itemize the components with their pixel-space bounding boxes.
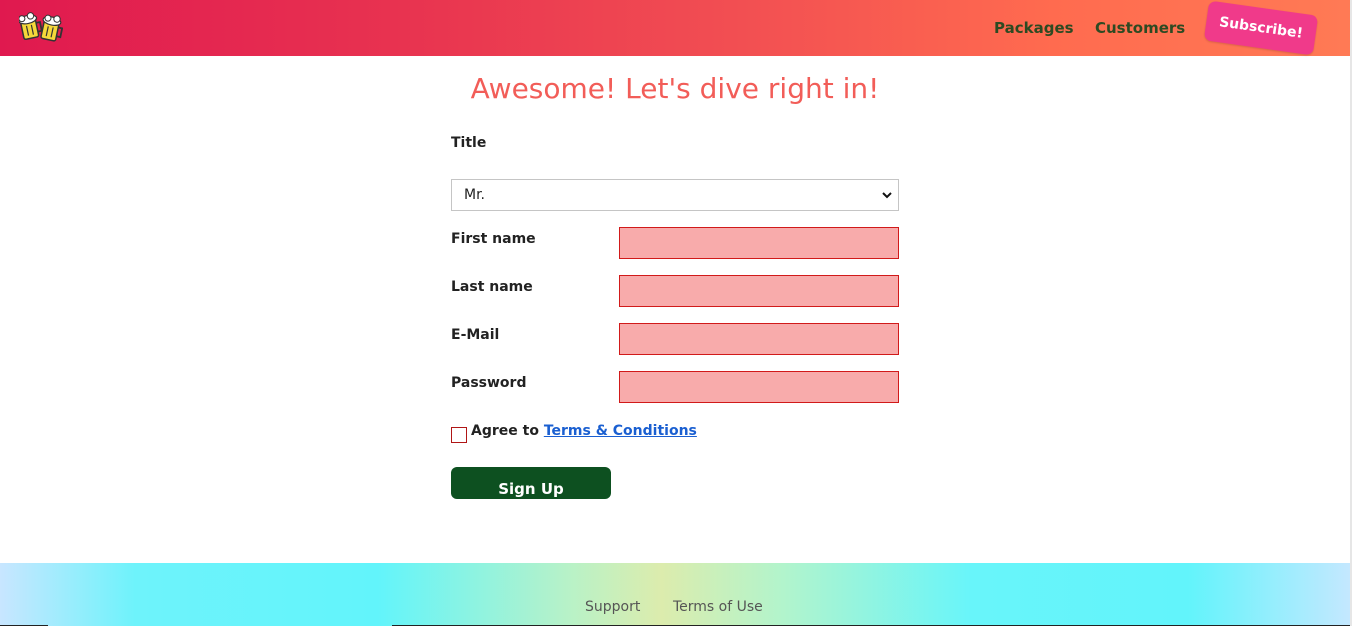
nav-customers-link[interactable]: Customers <box>1095 19 1185 37</box>
title-label: Title <box>451 135 487 151</box>
nav-packages-link[interactable]: Packages <box>994 19 1074 37</box>
footer: Support Terms of Use <box>0 563 1350 626</box>
first-name-field[interactable] <box>619 227 899 259</box>
agree-prefix: Agree to <box>471 423 539 439</box>
beer-mugs-logo-icon[interactable] <box>18 10 64 46</box>
sign-up-button[interactable]: Sign Up <box>451 467 611 499</box>
password-label: Password <box>451 375 527 391</box>
first-name-label: First name <box>451 231 536 247</box>
email-label: E-Mail <box>451 327 500 343</box>
top-navbar: Packages Customers Subscribe! <box>0 0 1350 56</box>
agree-label: Agree to Terms & Conditions <box>471 423 697 439</box>
terms-conditions-link[interactable]: Terms & Conditions <box>544 423 697 439</box>
footer-support-link[interactable]: Support <box>585 599 640 615</box>
last-name-label: Last name <box>451 279 533 295</box>
agree-checkbox[interactable] <box>451 427 467 443</box>
chevron-down-icon <box>882 192 892 199</box>
page: Packages Customers Subscribe! Awesome! L… <box>0 0 1352 626</box>
last-name-field[interactable] <box>619 275 899 307</box>
title-select[interactable]: Mr. <box>451 179 899 211</box>
title-select-value: Mr. <box>464 187 485 203</box>
email-field[interactable] <box>619 323 899 355</box>
subscribe-button[interactable]: Subscribe! <box>1203 0 1319 56</box>
password-field[interactable] <box>619 371 899 403</box>
footer-terms-link[interactable]: Terms of Use <box>673 599 763 615</box>
page-heading: Awesome! Let's dive right in! <box>470 72 880 105</box>
